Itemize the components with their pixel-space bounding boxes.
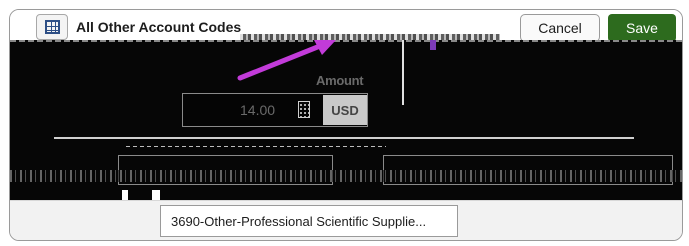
column-divider <box>402 40 404 105</box>
row-divider <box>10 40 682 42</box>
account-row: 3690-Other-Professional Scientific Suppl… <box>10 200 682 240</box>
column-marker <box>430 40 436 50</box>
form-body: Amount 14.00 USD <box>10 40 682 230</box>
grid-view-button[interactable] <box>36 14 68 40</box>
cancel-button[interactable]: Cancel <box>520 14 600 42</box>
row-noise <box>10 170 682 182</box>
account-code-select[interactable]: 3690-Other-Professional Scientific Suppl… <box>160 205 458 237</box>
save-button[interactable]: Save <box>608 14 676 42</box>
account-code-panel: All Other Account Codes Cancel Save Amou… <box>9 9 683 241</box>
calculator-icon[interactable] <box>298 101 310 118</box>
amount-value: 14.00 <box>240 102 276 118</box>
panel-header: All Other Account Codes Cancel Save <box>10 10 682 44</box>
section-divider <box>54 137 634 139</box>
panel-title: All Other Account Codes <box>76 19 242 35</box>
grid-icon <box>44 20 60 34</box>
currency-badge: USD <box>323 95 367 125</box>
section-divider-dashed <box>126 146 386 147</box>
amount-label: Amount <box>316 73 364 88</box>
